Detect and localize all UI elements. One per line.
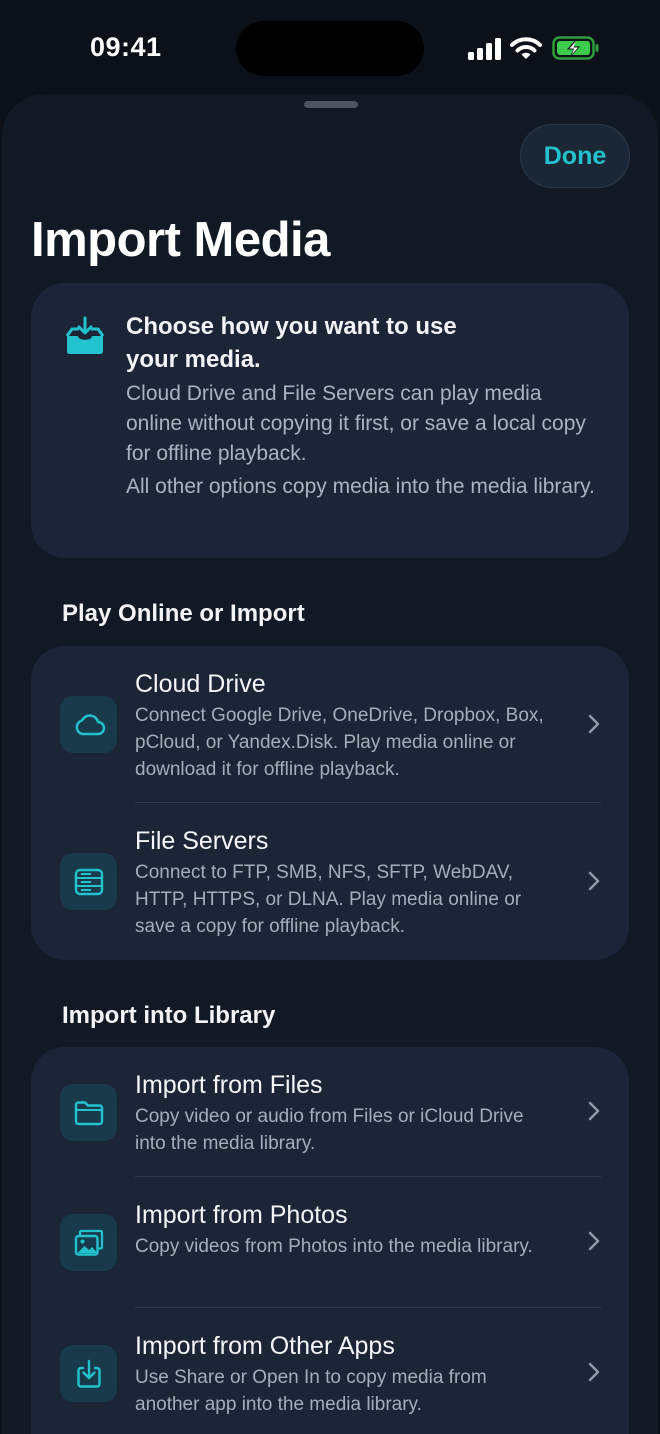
row-title: Cloud Drive [135,670,266,698]
sheet-grabber[interactable] [304,101,358,108]
info-text: All other options copy media into the me… [126,475,595,498]
list-item-import-files[interactable]: Import from Files Copy video or audio fr… [31,1047,629,1176]
tray-download-icon [65,316,105,354]
row-description: Copy videos from Photos into the media l… [135,1236,533,1257]
chevron-right-icon [588,1231,600,1251]
row-title: Import from Photos [135,1201,348,1229]
share-import-icon [76,1359,101,1388]
row-title: File Servers [135,827,269,855]
wifi-icon [510,37,542,59]
battery-charging-icon [552,36,599,60]
folder-icon [74,1100,103,1125]
list-item-file-servers[interactable]: File Servers Connect to FTP, SMB, NFS, S… [31,803,629,960]
cellular-signal-icon [468,38,501,60]
list-item-cloud-drive[interactable]: Cloud Drive Connect Google Drive, OneDri… [31,646,629,802]
info-text: Cloud Drive and File Servers can play me… [126,382,586,465]
play-online-group: Cloud Drive Connect Google Drive, OneDri… [31,646,629,960]
cloud-icon-tile [60,696,117,753]
server-icon-tile [60,853,117,910]
section-header-play-online: Play Online or Import [62,600,305,627]
photos-icon [74,1229,103,1256]
chevron-right-icon [588,1101,600,1121]
list-item-import-other-apps[interactable]: Import from Other Apps Use Share or Open… [31,1308,629,1434]
section-header-import-library: Import into Library [62,1002,276,1029]
dynamic-island [236,21,424,76]
info-heading: Choose how you want to use your media. [126,313,457,373]
row-title: Import from Other Apps [135,1332,395,1360]
status-bar: 09:41 [0,0,660,95]
import-media-sheet: Done Import Media Choose how you want to… [2,94,658,1434]
screen: 09:41 Done Import Media Choose how you w… [0,0,660,1434]
status-time: 09:41 [90,32,162,62]
folder-icon-tile [60,1084,117,1141]
row-description: Use Share or Open In to copy media from … [135,1367,487,1415]
share-import-icon-tile [60,1345,117,1402]
info-card: Choose how you want to use your media. C… [31,283,629,558]
page-title: Import Media [31,213,330,267]
server-icon [74,868,103,895]
chevron-right-icon [588,1362,600,1382]
row-description: Connect Google Drive, OneDrive, Dropbox,… [135,705,544,780]
list-item-import-photos[interactable]: Import from Photos Copy videos from Phot… [31,1177,629,1307]
done-button[interactable]: Done [520,124,630,188]
row-title: Import from Files [135,1071,323,1099]
chevron-right-icon [588,714,600,734]
row-description: Copy video or audio from Files or iCloud… [135,1106,524,1154]
chevron-right-icon [588,871,600,891]
photos-icon-tile [60,1214,117,1271]
cloud-icon [75,713,105,735]
import-library-group: Import from Files Copy video or audio fr… [31,1047,629,1434]
row-description: Connect to FTP, SMB, NFS, SFTP, WebDAV, … [135,862,522,937]
